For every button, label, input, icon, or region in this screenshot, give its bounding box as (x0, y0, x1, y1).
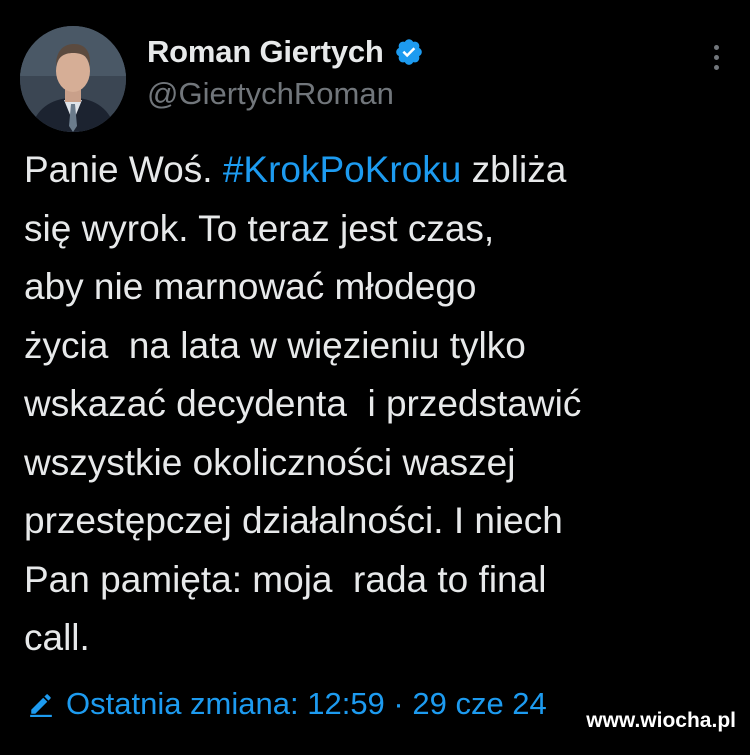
last-edit-timestamp[interactable]: Ostatnia zmiana: 12:59 · 29 cze 24 (66, 686, 547, 722)
tweet-line: aby nie marnować młodego (24, 266, 477, 307)
avatar-photo (20, 26, 126, 132)
tweet-line: życia na lata w więzieniu tylko (24, 324, 526, 366)
watermark: www.wiocha.pl (586, 709, 736, 732)
display-name[interactable]: Roman Giertych (147, 34, 384, 70)
avatar[interactable] (20, 26, 126, 132)
more-options-icon[interactable] (704, 40, 728, 74)
author-name-row: Roman Giertych (147, 30, 424, 74)
author-handle[interactable]: @GiertychRoman (147, 76, 394, 112)
tweet-line: call. (24, 617, 90, 658)
tweet-text-segment: Panie Woś. (24, 149, 223, 190)
hashtag-link[interactable]: #KrokPoKroku (223, 149, 462, 190)
tweet-line: się wyrok. To teraz jest czas, (24, 207, 495, 249)
tweet-line: wszystkie okoliczności waszej (24, 441, 516, 483)
verified-badge-icon (394, 37, 424, 67)
tweet-line: wskazać decydenta i przedstawić (24, 383, 582, 424)
tweet-line: Pan pamięta: moja rada to final (24, 558, 547, 600)
pencil-edit-icon (28, 691, 54, 717)
tweet-line: Panie Woś. #KrokPoKroku zbliża (24, 141, 724, 200)
tweet-line: przestępczej działalności. I niech (24, 500, 563, 541)
tweet-text-segment: zbliża (461, 149, 567, 190)
tweet-text: Panie Woś. #KrokPoKroku zbliża się wyrok… (24, 141, 724, 668)
tweet-card: Roman Giertych @GiertychRoman Panie Woś.… (0, 0, 750, 755)
edit-history-link[interactable]: Ostatnia zmiana: 12:59 · 29 cze 24 (28, 682, 547, 726)
